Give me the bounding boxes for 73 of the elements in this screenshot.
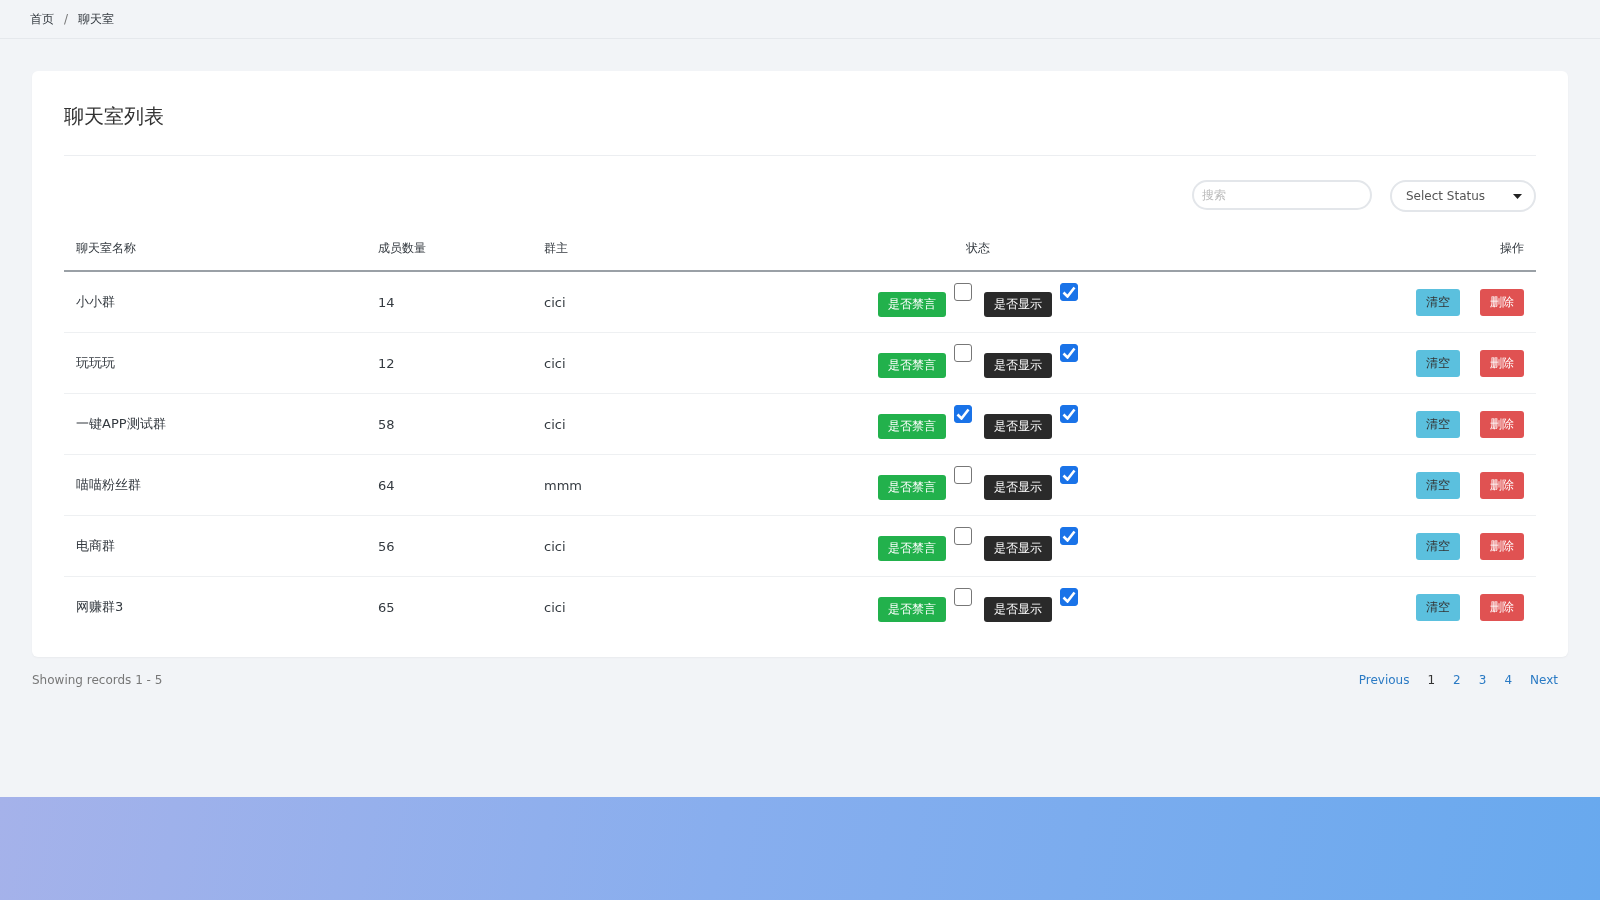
clear-button[interactable]: 清空 — [1415, 410, 1460, 438]
visible-checkbox[interactable] — [1060, 527, 1078, 545]
mute-label: 是否禁言 — [878, 536, 946, 561]
delete-button[interactable]: 删除 — [1480, 532, 1524, 560]
visible-checkbox[interactable] — [1060, 588, 1078, 606]
mute-checkbox[interactable] — [954, 344, 972, 362]
delete-button[interactable]: 删除 — [1480, 349, 1524, 377]
table-cell: mmm — [544, 477, 582, 493]
clear-button[interactable]: 清空 — [1415, 349, 1460, 377]
records-info: Showing records 1 - 5 — [32, 673, 163, 687]
mute-label: 是否禁言 — [878, 597, 946, 622]
visible-label: 是否显示 — [984, 536, 1052, 561]
table-cell: cici — [544, 355, 566, 371]
visible-label: 是否显示 — [984, 414, 1052, 439]
table-cell: 小小群 — [76, 294, 115, 309]
clear-button[interactable]: 清空 — [1415, 288, 1460, 316]
table-cell: 喵喵粉丝群 — [76, 477, 141, 492]
table-cell: cici — [544, 294, 566, 310]
column-header: 成员数量 — [378, 240, 426, 255]
mute-checkbox[interactable] — [954, 405, 972, 423]
mute-checkbox[interactable] — [954, 527, 972, 545]
table-cell: cici — [544, 599, 566, 615]
mute-checkbox[interactable] — [954, 588, 972, 606]
table-cell: 58 — [378, 416, 395, 432]
page-link[interactable]: 1 — [1427, 673, 1436, 687]
delete-button[interactable]: 删除 — [1480, 410, 1524, 438]
table-cell: 14 — [378, 294, 395, 310]
clear-button[interactable]: 清空 — [1415, 593, 1460, 621]
table-cell: 65 — [378, 599, 395, 615]
visible-checkbox[interactable] — [1060, 466, 1078, 484]
table-cell: 12 — [378, 355, 395, 371]
clear-button[interactable]: 清空 — [1415, 532, 1460, 560]
page-link[interactable]: 4 — [1504, 673, 1513, 687]
mute-label: 是否禁言 — [878, 475, 946, 500]
table-cell: 玩玩玩 — [76, 355, 115, 370]
mute-label: 是否禁言 — [878, 353, 946, 378]
table-cell: 一键APP测试群 — [76, 416, 166, 431]
next-link[interactable]: Next — [1530, 673, 1558, 687]
column-header: 聊天室名称 — [76, 240, 136, 255]
table-cell: 网赚群3 — [76, 599, 124, 614]
delete-button[interactable]: 删除 — [1480, 593, 1524, 621]
breadcrumb-separator: / — [64, 12, 69, 26]
delete-button[interactable]: 删除 — [1480, 288, 1524, 316]
visible-checkbox[interactable] — [1060, 405, 1078, 423]
table-cell: 56 — [378, 538, 395, 554]
breadcrumb-link[interactable]: 首页 — [30, 10, 54, 28]
visible-label: 是否显示 — [984, 475, 1052, 500]
visible-label: 是否显示 — [984, 353, 1052, 378]
column-header: 群主 — [544, 240, 568, 255]
delete-button[interactable]: 删除 — [1480, 471, 1524, 499]
mute-label: 是否禁言 — [878, 414, 946, 439]
visible-label: 是否显示 — [984, 292, 1052, 317]
breadcrumb-link[interactable]: 聊天室 — [78, 10, 115, 28]
previous-link[interactable]: Previous — [1358, 673, 1410, 687]
page-link[interactable]: 2 — [1453, 673, 1461, 687]
column-header: 操作 — [1500, 240, 1524, 255]
visible-checkbox[interactable] — [1060, 283, 1078, 301]
page-link[interactable]: 3 — [1478, 673, 1487, 687]
mute-label: 是否禁言 — [878, 292, 946, 317]
table-cell: 电商群 — [76, 538, 115, 553]
card-title: 聊天室列表 — [64, 103, 165, 130]
mute-checkbox[interactable] — [954, 466, 972, 484]
caret-icon — [1513, 193, 1522, 199]
table-cell: 64 — [378, 477, 395, 493]
search-field[interactable]: 搜索 — [1192, 180, 1372, 210]
table-cell: cici — [544, 416, 566, 432]
table-cell: cici — [544, 538, 566, 554]
visible-label: 是否显示 — [984, 597, 1052, 622]
clear-button[interactable]: 清空 — [1415, 471, 1460, 499]
status-dropdown[interactable]: Select Status — [1390, 180, 1536, 212]
visible-checkbox[interactable] — [1060, 344, 1078, 362]
mute-checkbox[interactable] — [954, 283, 972, 301]
column-header: 状态 — [966, 240, 990, 255]
